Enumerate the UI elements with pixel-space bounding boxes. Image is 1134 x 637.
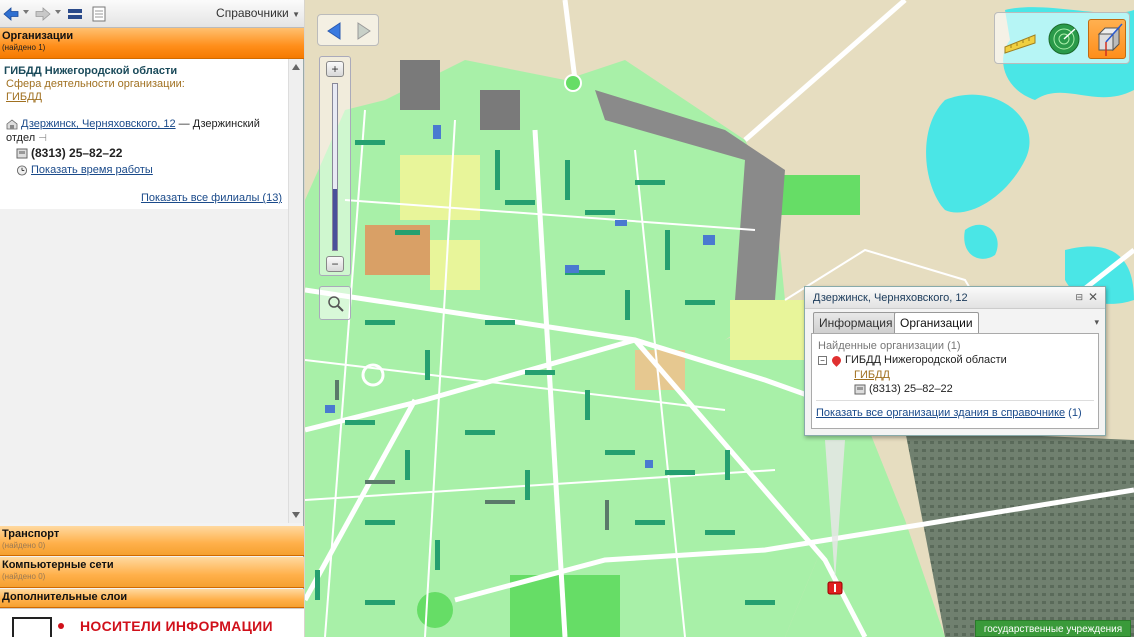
map-back-icon[interactable] [324,20,346,42]
popup-org-phone: (8313) 25–82–22 [869,383,953,395]
map-nav [317,14,379,46]
ruler-icon [1004,34,1036,54]
show-hours-link[interactable]: Показать время работы [31,164,153,176]
popup-header: Дзержинск, Черняховского, 12 ⊟ ✕ [805,287,1105,309]
divider [816,400,1094,401]
clock-icon [16,165,28,176]
phone-icon [854,384,866,395]
collapse-icon[interactable]: − [818,355,827,365]
ad-banner[interactable]: НОСИТЕЛИ ИНФОРМАЦИИ [0,608,304,637]
cube-icon [1097,23,1123,56]
radar-tool[interactable] [1045,19,1083,59]
section-title: Транспорт [2,528,60,540]
close-icon[interactable]: ✕ [1088,290,1098,304]
section-organizations[interactable]: Организации (найдено 1) [0,28,304,59]
results-empty-area [0,209,288,523]
org-phone-row: (8313) 25–82–22 [16,146,122,160]
building-icon [6,119,18,129]
section-title: Компьютерные сети [2,559,114,571]
zoom-out-button[interactable]: − [326,256,344,272]
section-layers[interactable]: Дополнительные слои [0,589,304,608]
scroll-up-icon[interactable] [292,64,300,70]
popup-title: Дзержинск, Черняховского, 12 [813,292,968,304]
pin-icon[interactable]: ⊟ [1075,292,1083,303]
scroll-down-icon[interactable] [292,512,300,518]
directories-menu[interactable]: Справочники ▼ [216,6,300,20]
popup-org-category[interactable]: ГИБДД [854,369,890,381]
zoom-level-fill [333,189,337,250]
app-window: Справочники ▼ Организации (найдено 1) ГИ… [0,0,1134,637]
org-hours-row: Показать время работы [16,164,153,176]
print-icon[interactable] [90,5,108,23]
org-name[interactable]: ГИБДД Нижегородской области [4,65,177,77]
tab-organizations[interactable]: Организации [894,312,979,333]
org-marker-icon [830,353,843,367]
chevron-down-icon: ▼ [292,10,300,19]
zoom-control: + − [319,56,351,276]
tab-information[interactable]: Информация [813,312,899,333]
org-sphere-label: Сфера деятельности организации: [6,78,185,90]
popup-org-name[interactable]: ГИБДД Нижегородской области [845,354,1007,366]
phone-icon [16,148,28,159]
tab-menu-icon[interactable]: ▾ [1094,317,1099,328]
found-orgs-label: Найденные организации (1) [818,340,961,352]
back-icon[interactable] [2,5,20,23]
show-branches-link[interactable]: Показать все филиалы (13) [141,192,282,204]
results-scrollbar[interactable] [288,59,303,523]
legend-tag[interactable]: государственные учреждения [975,620,1131,637]
section-title: Организации [2,30,74,42]
address-link[interactable]: Дзержинск, Черняховского, 12 [21,118,176,130]
zoom-tool[interactable] [319,286,351,320]
ad-text: НОСИТЕЛИ ИНФОРМАЦИИ [80,618,273,634]
magnifier-icon [328,296,344,312]
all-building-orgs-link[interactable]: Показать все организации здания в справо… [816,407,1082,419]
popup-body: Найденные организации (1) − ГИБДД Нижегор… [811,333,1099,429]
directories-label: Справочники [216,6,289,20]
map-forward-icon[interactable] [352,20,374,42]
industrial-zone [905,430,1134,637]
3d-view-tool[interactable] [1088,19,1126,59]
popup-org-row[interactable]: − ГИБДД Нижегородской области [818,353,1007,367]
results-list: ГИБДД Нижегородской области Сфера деятел… [0,59,288,523]
section-transport[interactable]: Транспорт (найдено 0) [0,526,304,556]
left-panel: Справочники ▼ Организации (найдено 1) ГИ… [0,0,304,637]
org-sphere-link[interactable]: ГИБДД [6,91,42,103]
forward-icon[interactable] [34,5,52,23]
section-subtitle: (найдено 0) [2,541,46,550]
ruler-tool[interactable] [1001,19,1039,59]
layout-icon[interactable] [66,5,84,23]
building-popup: Дзержинск, Черняховского, 12 ⊟ ✕ Информа… [804,286,1106,436]
zoom-in-button[interactable]: + [326,61,344,77]
all-orgs-link-text[interactable]: Показать все организации здания в справо… [816,407,1065,419]
section-title: Дополнительные слои [2,591,128,603]
popup-org-phone-row: (8313) 25–82–22 [854,383,953,395]
ad-dot-icon [58,623,64,629]
radar-icon [1048,23,1080,55]
map-tools [994,12,1130,64]
section-subtitle: (найдено 1) [2,43,46,52]
toolbar: Справочники ▼ [0,0,304,28]
section-networks[interactable]: Компьютерные сети (найдено 0) [0,557,304,588]
org-phone: (8313) 25–82–22 [31,146,123,160]
all-orgs-count: (1) [1065,407,1082,419]
ad-logo [12,617,52,637]
section-subtitle: (найдено 0) [2,572,46,581]
forward-dropdown-icon[interactable] [55,10,61,14]
org-address: Дзержинск, Черняховского, 12 — Дзержинск… [6,117,282,146]
map-pin-icon[interactable]: ⊣ [38,133,47,144]
back-dropdown-icon[interactable] [23,10,29,14]
